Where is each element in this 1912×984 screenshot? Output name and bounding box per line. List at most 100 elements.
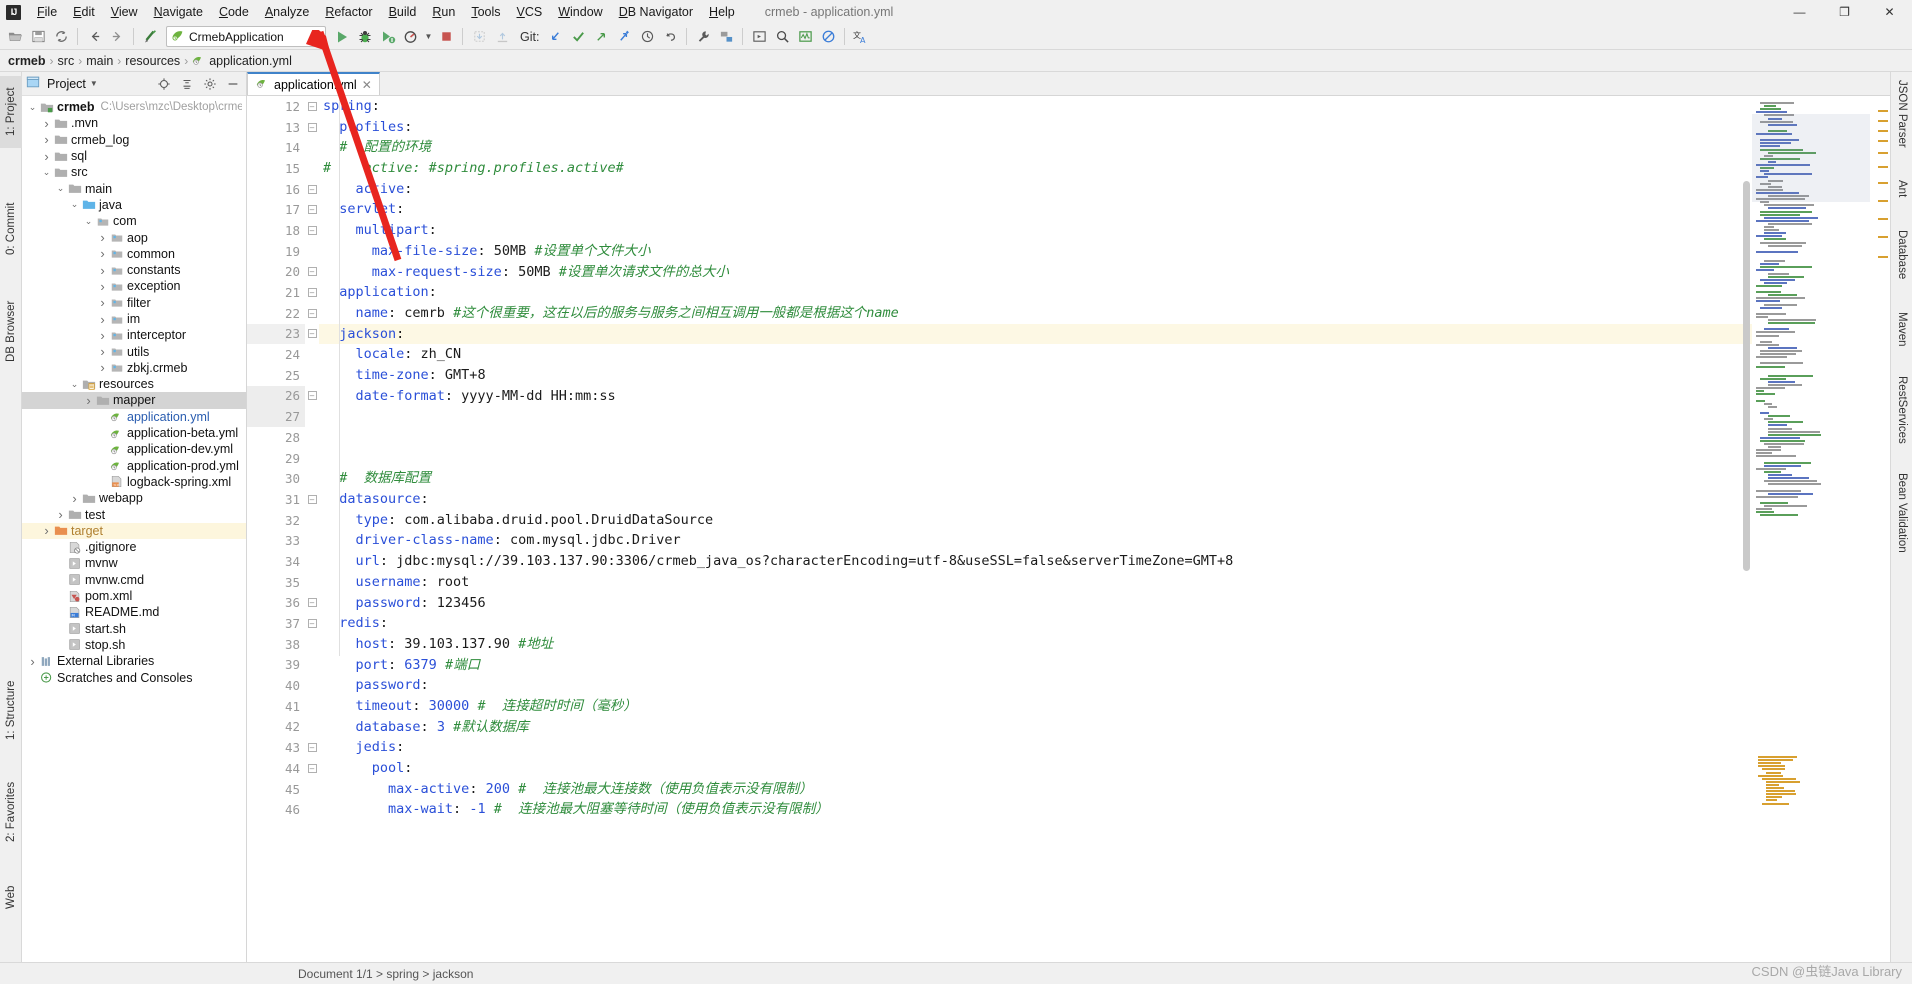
code-folding-column[interactable]: – – – – – – – – – – – – – – –	[305, 96, 319, 962]
run-icon[interactable]	[331, 26, 353, 48]
editor-tab-application-yml[interactable]: application.yml ✕	[247, 72, 380, 95]
breadcrumb-item-1[interactable]: src	[58, 54, 75, 68]
error-stripe-marker[interactable]	[1878, 200, 1888, 202]
activity-monitor-icon[interactable]	[794, 26, 816, 48]
maximize-button[interactable]: ❐	[1822, 0, 1867, 24]
code-line[interactable]	[319, 406, 1890, 427]
translate-icon[interactable]: 文A	[850, 26, 872, 48]
tree-node-im[interactable]: › im	[22, 311, 246, 327]
run-configuration-selector[interactable]: CrmebApplication ▼	[166, 26, 326, 47]
editor-scrollbar[interactable]	[1743, 181, 1750, 571]
tree-node-mvnw[interactable]: mvnw	[22, 555, 246, 571]
tree-node-interceptor[interactable]: › interceptor	[22, 327, 246, 343]
tree-node-exception[interactable]: › exception	[22, 278, 246, 294]
chevron-right-icon[interactable]: ›	[96, 230, 109, 245]
tree-node-filter[interactable]: › filter	[22, 295, 246, 311]
code-line[interactable]: # active: #spring.profiles.active#	[319, 158, 1890, 179]
collapse-all-icon[interactable]	[177, 74, 196, 93]
chevron-right-icon[interactable]: ›	[54, 507, 67, 522]
chevron-right-icon[interactable]: ›	[26, 654, 39, 669]
code-line[interactable]: type: com.alibaba.druid.pool.DruidDataSo…	[319, 510, 1890, 531]
menu-item-build[interactable]: Build	[381, 3, 425, 21]
tree-node--gitignore[interactable]: .gitignore	[22, 539, 246, 555]
chevron-right-icon[interactable]: ›	[82, 393, 95, 408]
code-line[interactable]: max-wait: -1 # 连接池最大阻塞等待时间（使用负值表示没有限制）	[319, 799, 1890, 820]
code-minimap[interactable]	[1752, 96, 1872, 962]
breadcrumb-item-2[interactable]: main	[86, 54, 113, 68]
tool-tab-db-browser[interactable]: DB Browser	[0, 287, 22, 375]
chevron-down-icon[interactable]: ⌄	[82, 216, 95, 227]
code-line[interactable]: max-file-size: 50MB #设置单个文件大小	[319, 241, 1890, 262]
menu-item-tools[interactable]: Tools	[463, 3, 508, 21]
back-icon[interactable]	[83, 26, 105, 48]
tool-tab-ant[interactable]: Ant	[1891, 172, 1912, 206]
tool-tab-maven[interactable]: Maven	[1891, 304, 1912, 354]
code-line[interactable]: # 配置的环境	[319, 137, 1890, 158]
tool-tab-web[interactable]: Web	[0, 878, 22, 916]
error-stripe-marker[interactable]	[1878, 130, 1888, 132]
tree-node-mvnw-cmd[interactable]: mvnw.cmd	[22, 572, 246, 588]
locate-icon[interactable]	[154, 74, 173, 93]
profile-dropdown-icon[interactable]: ▼	[423, 26, 434, 48]
tree-node-pom-xml[interactable]: pom.xml	[22, 588, 246, 604]
code-line[interactable]: active:	[319, 179, 1890, 200]
git-push-icon[interactable]	[590, 26, 612, 48]
chevron-right-icon[interactable]: ›	[40, 116, 53, 131]
code-line[interactable]: redis:	[319, 613, 1890, 634]
code-line[interactable]: password: 123456	[319, 593, 1890, 614]
fold-marker[interactable]: –	[305, 179, 319, 200]
chevron-right-icon[interactable]: ›	[68, 491, 81, 506]
tree-node-utils[interactable]: › utils	[22, 343, 246, 359]
settings-wrench-icon[interactable]	[692, 26, 714, 48]
menu-item-analyze[interactable]: Analyze	[257, 3, 317, 21]
tool-tab-favorites[interactable]: 2: Favorites	[0, 770, 22, 854]
error-stripe-marker[interactable]	[1878, 110, 1888, 112]
tool-tab-restservices[interactable]: RestServices	[1891, 368, 1912, 452]
tree-node-main[interactable]: ⌄ main	[22, 180, 246, 196]
git-commit-check-icon[interactable]	[567, 26, 589, 48]
chevron-right-icon[interactable]: ›	[96, 263, 109, 278]
fold-marker[interactable]: –	[305, 282, 319, 303]
build-icon[interactable]	[139, 26, 161, 48]
fold-marker[interactable]: –	[305, 117, 319, 138]
tree-node-mapper[interactable]: › mapper	[22, 392, 246, 409]
error-stripe-marker[interactable]	[1878, 182, 1888, 184]
code-line[interactable]: host: 39.103.137.90 #地址	[319, 634, 1890, 655]
fold-marker[interactable]: –	[305, 386, 319, 407]
save-all-icon[interactable]	[27, 26, 49, 48]
chevron-down-icon[interactable]: ⌄	[26, 102, 39, 113]
tree-node-webapp[interactable]: › webapp	[22, 490, 246, 506]
code-line[interactable]: timeout: 30000 # 连接超时时间（毫秒）	[319, 696, 1890, 717]
code-content[interactable]: spring: profiles: # 配置的环境 # active: #spri…	[319, 96, 1890, 962]
fold-marker[interactable]: –	[305, 593, 319, 614]
tool-tab-database[interactable]: Database	[1891, 222, 1912, 288]
fold-marker[interactable]: –	[305, 220, 319, 241]
tree-node-application-beta-yml[interactable]: application-beta.yml	[22, 425, 246, 441]
code-line[interactable]: datasource:	[319, 489, 1890, 510]
breadcrumb-item-3[interactable]: resources	[125, 54, 180, 68]
tree-node-constants[interactable]: › constants	[22, 262, 246, 278]
tree-node-external-libraries[interactable]: › External Libraries	[22, 653, 246, 669]
code-line[interactable]: locale: zh_CN	[319, 344, 1890, 365]
run-anything-icon[interactable]	[748, 26, 770, 48]
profile-icon[interactable]	[400, 26, 422, 48]
chevron-down-icon[interactable]: ⌄	[68, 379, 81, 390]
code-line[interactable]: max-active: 200 # 连接池最大连接数（使用负值表示没有限制）	[319, 779, 1890, 800]
search-everywhere-icon[interactable]	[771, 26, 793, 48]
tree-node--mvn[interactable]: › .mvn	[22, 115, 246, 131]
fold-marker[interactable]: –	[305, 613, 319, 634]
stop-icon[interactable]	[435, 26, 457, 48]
error-stripe-bar[interactable]	[1872, 96, 1890, 962]
tree-node-java[interactable]: ⌄ java	[22, 197, 246, 213]
code-line[interactable]: name: cemrb #这个很重要，这在以后的服务与服务之间相互调用一般都是根…	[319, 303, 1890, 324]
tree-node-start-sh[interactable]: start.sh	[22, 621, 246, 637]
error-stripe-marker[interactable]	[1878, 218, 1888, 220]
tree-node-zbkj-crmeb[interactable]: › zbkj.crmeb	[22, 360, 246, 376]
code-line[interactable]: password:	[319, 675, 1890, 696]
code-line[interactable]: max-request-size: 50MB #设置单次请求文件的总大小	[319, 262, 1890, 283]
forward-icon[interactable]	[106, 26, 128, 48]
error-stripe-marker[interactable]	[1878, 140, 1888, 142]
history-icon[interactable]	[636, 26, 658, 48]
tree-node-sql[interactable]: › sql	[22, 148, 246, 164]
code-line[interactable]: profiles:	[319, 117, 1890, 138]
